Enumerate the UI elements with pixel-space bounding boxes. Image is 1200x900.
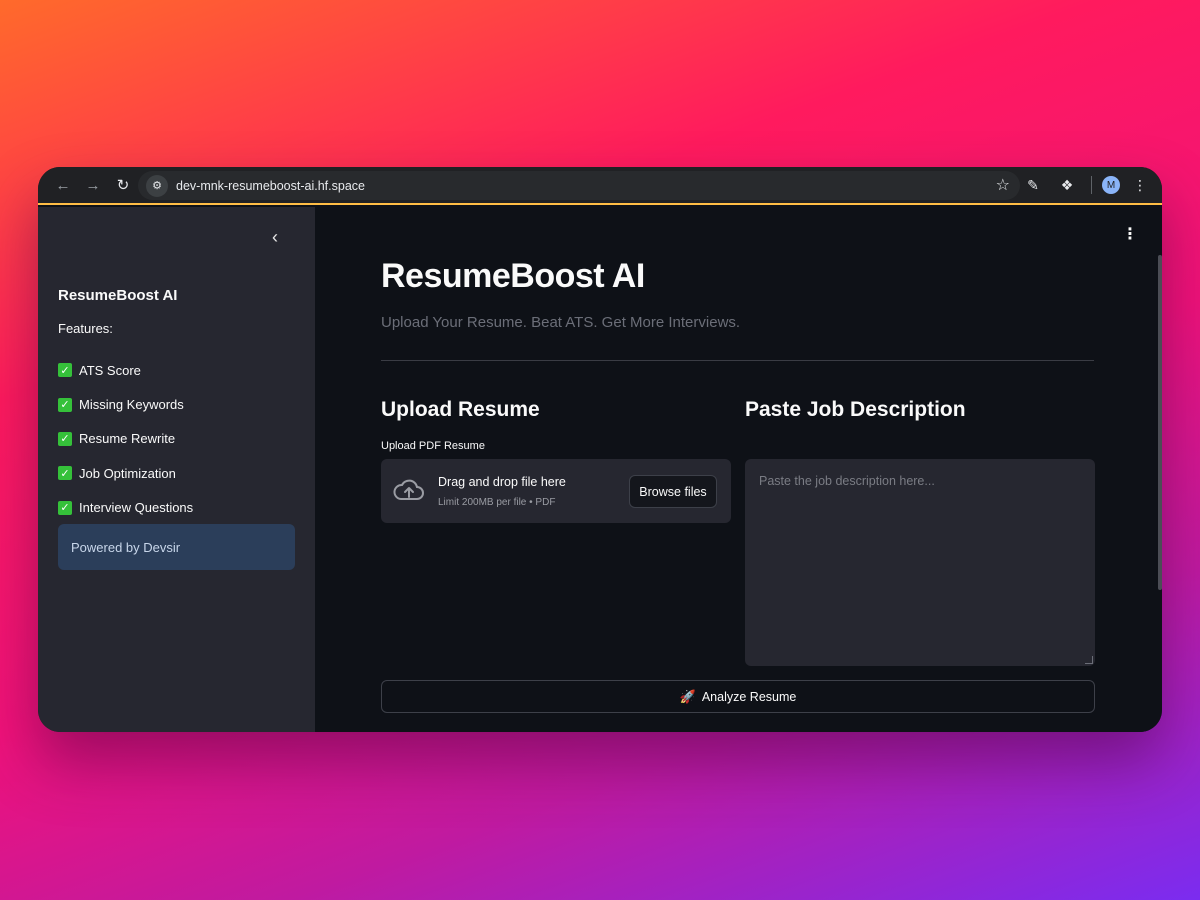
feature-label: ATS Score [79,362,141,378]
checkmark-icon: ✓ [58,500,72,515]
analyze-resume-button[interactable]: 🚀 Analyze Resume [381,680,1095,713]
url-text[interactable]: dev-mnk-resumeboost-ai.hf.space [176,179,365,193]
feature-item: ✓ Missing Keywords [58,387,193,421]
main-panel: ⋮ ResumeBoost AI Upload Your Resume. Bea… [315,207,1162,732]
feature-item: ✓ Job Optimization [58,456,193,490]
browse-files-button[interactable]: Browse files [629,475,717,508]
extensions-icon[interactable]: ❖ [1053,171,1081,199]
job-description-input[interactable] [745,459,1095,666]
file-dropzone[interactable]: Drag and drop file here Limit 200MB per … [381,459,731,523]
checkmark-icon: ✓ [58,431,72,446]
feature-item: ✓ ATS Score [58,353,193,387]
browser-window: ← → ↻ ⚙ dev-mnk-resumeboost-ai.hf.space … [38,167,1162,732]
rocket-icon: 🚀 [679,688,696,704]
reload-icon[interactable]: ↻ [108,170,138,200]
divider [381,360,1094,361]
browser-toolbar: ← → ↻ ⚙ dev-mnk-resumeboost-ai.hf.space … [38,167,1162,205]
page-subtitle: Upload Your Resume. Beat ATS. Get More I… [381,314,741,331]
feature-label: Interview Questions [79,500,194,516]
sidebar-title: ResumeBoost AI [58,287,178,304]
resize-handle[interactable] [1085,656,1093,664]
chevron-left-icon[interactable]: ‹ [272,227,288,247]
features-list: ✓ ATS Score ✓ Missing Keywords ✓ Resume Rew… [58,353,193,525]
bookmark-star-icon[interactable]: ☆ [996,175,1010,195]
site-settings-icon[interactable]: ⚙ [146,174,168,197]
page-title: ResumeBoost AI [381,257,645,295]
checkmark-icon: ✓ [58,363,72,378]
features-label: Features: [58,321,113,336]
feature-label: Resume Rewrite [79,431,176,447]
analyze-label: Analyze Resume [701,689,797,704]
profile-avatar[interactable]: M [1102,176,1120,194]
feature-label: Missing Keywords [79,397,184,413]
feature-label: Job Optimization [79,465,176,481]
dropzone-limit: Limit 200MB per file • PDF [438,497,556,508]
powered-by-info: Powered by Devsir [58,524,295,570]
toolbar-divider [1091,176,1092,194]
upload-heading: Upload Resume [381,398,540,421]
feature-item: ✓ Interview Questions [58,491,193,525]
dropzone-text: Drag and drop file here [438,475,566,489]
forward-icon[interactable]: → [78,170,108,200]
address-bar[interactable]: ⚙ dev-mnk-resumeboost-ai.hf.space ☆ [138,171,1020,200]
eyedropper-icon[interactable]: ✎ [1019,171,1047,199]
checkmark-icon: ✓ [58,397,72,412]
upload-label: Upload PDF Resume [381,440,485,452]
scrollbar[interactable] [1158,255,1162,590]
feature-item: ✓ Resume Rewrite [58,422,193,456]
checkmark-icon: ✓ [58,466,72,481]
browser-menu-icon[interactable]: ⋮ [1126,171,1154,199]
job-description-heading: Paste Job Description [745,398,966,421]
app-menu-icon[interactable]: ⋮ [1122,227,1138,243]
cloud-upload-icon [393,479,424,500]
back-icon[interactable]: ← [48,170,78,200]
sidebar: ‹ ResumeBoost AI Features: ✓ ATS Score ✓ M… [38,207,315,732]
